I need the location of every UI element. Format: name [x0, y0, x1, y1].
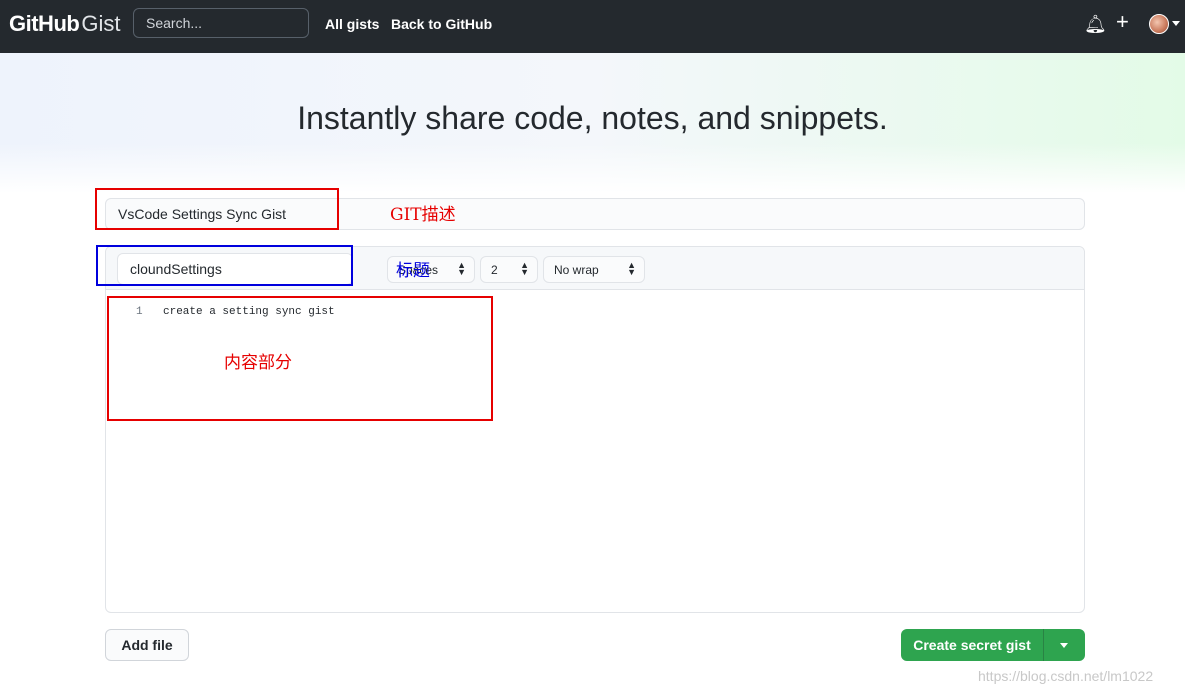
select-arrows-icon: ▲ ▼ — [520, 260, 529, 277]
annotation-title-label: 标题 — [396, 261, 430, 281]
bell-icon[interactable]: 🔔︎ — [1084, 14, 1107, 34]
github-gist-logo[interactable]: GitHubGist — [9, 11, 120, 37]
select-arrows-icon: ▲ ▼ — [457, 260, 466, 277]
indent-size-value: 2 — [491, 263, 498, 277]
indent-size-select[interactable]: 2 ▲ ▼ — [480, 256, 538, 283]
file-header: Spaces ▲▼ 2 ▲▼ No wrap ▲▼ — [106, 247, 1084, 290]
logo-brand: GitHub — [9, 11, 80, 36]
code-line[interactable]: create a setting sync gist — [163, 306, 335, 318]
create-secret-gist-button[interactable]: Create secret gist — [901, 629, 1044, 661]
select-arrows-icon: ▲ ▼ — [627, 260, 636, 277]
gist-description-input[interactable] — [105, 198, 1085, 230]
search-input[interactable] — [133, 8, 309, 38]
annotation-description-label: GIT描述 — [390, 205, 456, 225]
add-file-button[interactable]: Add file — [105, 629, 189, 661]
nav-all-gists[interactable]: All gists — [325, 16, 379, 32]
create-options-dropdown[interactable] — [1044, 629, 1085, 661]
create-gist-button-group: Create secret gist — [901, 629, 1085, 661]
wrap-mode-value: No wrap — [554, 263, 599, 277]
top-header: GitHubGist All gists Back to GitHub 🔔︎ + — [0, 0, 1185, 53]
chevron-down-icon[interactable] — [1172, 21, 1180, 26]
code-editor[interactable]: 1 create a setting sync gist — [106, 291, 1084, 612]
avatar[interactable] — [1149, 14, 1169, 34]
file-editor-box: Spaces ▲▼ 2 ▲▼ No wrap ▲▼ 1 create a set… — [105, 246, 1085, 613]
line-number: 1 — [136, 306, 143, 318]
nav-back-to-github[interactable]: Back to GitHub — [391, 16, 492, 32]
wrap-mode-select[interactable]: No wrap ▲ ▼ — [543, 256, 645, 283]
watermark: https://blog.csdn.net/lm1022 — [978, 668, 1154, 684]
logo-product: Gist — [81, 11, 121, 36]
plus-icon[interactable]: + — [1116, 11, 1129, 33]
hero-title: Instantly share code, notes, and snippet… — [297, 100, 888, 136]
filename-input[interactable] — [117, 253, 353, 285]
chevron-down-icon — [1060, 643, 1068, 648]
hero-banner: Instantly share code, notes, and snippet… — [0, 53, 1185, 193]
annotation-content-label: 内容部分 — [224, 353, 292, 373]
